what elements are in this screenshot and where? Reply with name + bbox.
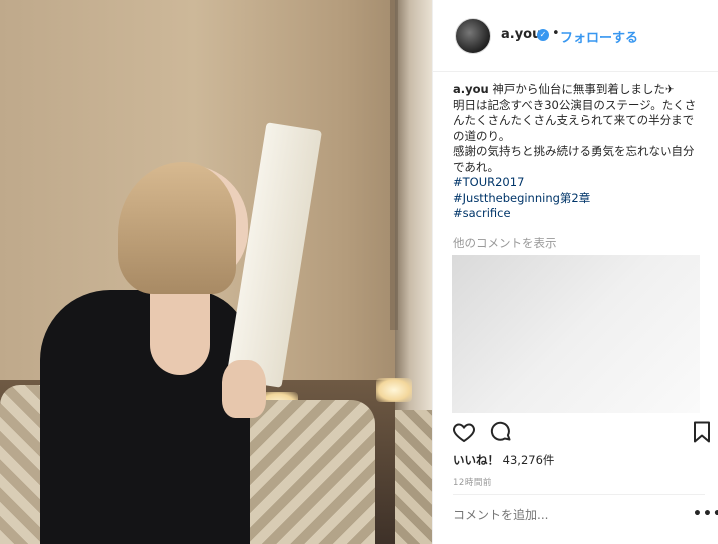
photo-hand [222,360,266,418]
photo-jacket [40,290,250,544]
header-username[interactable]: a.you [501,27,541,42]
post-sidebar: a.you ✓ • フォローする a.you 神戸から仙台に無事到着しました✈ … [432,0,718,544]
verified-badge-icon: ✓ [537,29,549,41]
comment-input[interactable] [453,508,673,522]
caption: a.you 神戸から仙台に無事到着しました✈ 明日は記念すべき30公演目のステー… [453,82,705,222]
load-more-comments-link[interactable]: 他のコメントを表示 [453,235,557,251]
separator-dot: • [552,26,560,41]
hashtag-link[interactable]: #TOUR2017 [453,175,705,191]
more-options-button[interactable]: ••• [693,506,718,522]
likes-label: いいね！ [453,453,499,467]
blurred-comments-area [452,255,700,413]
hashtag-link[interactable]: #Justthebeginning第2章 [453,191,705,207]
post-header: a.you ✓ • フォローする [433,0,718,72]
comment-icon[interactable] [489,420,513,444]
photo-pillar [390,0,398,330]
photo-hair [118,162,236,294]
caption-line: 神戸から仙台に無事到着しました✈ [492,82,675,96]
like-count[interactable]: いいね！ 43,276件 [453,452,554,468]
caption-line: 明日は記念すべき30公演目のステージ。たくさんたくさんたくさん支えられて来ての半… [453,97,697,143]
hashtag-link[interactable]: #sacrifice [453,206,705,222]
post-timestamp[interactable]: 12時間前 [453,476,492,488]
avatar[interactable] [455,18,491,54]
likes-count: 43,276件 [502,453,555,467]
post-photo[interactable] [0,0,432,544]
divider [453,494,705,495]
caption-line: 感謝の気持ちと挑み続ける勇気を忘れない自分であれ。 [453,144,695,174]
bookmark-icon[interactable] [690,420,714,444]
follow-button[interactable]: フォローする [560,27,638,46]
heart-icon[interactable] [452,420,476,444]
caption-username[interactable]: a.you [453,82,489,96]
photo-chair [395,410,432,544]
action-bar [433,420,718,448]
photo-lamp [376,378,412,402]
